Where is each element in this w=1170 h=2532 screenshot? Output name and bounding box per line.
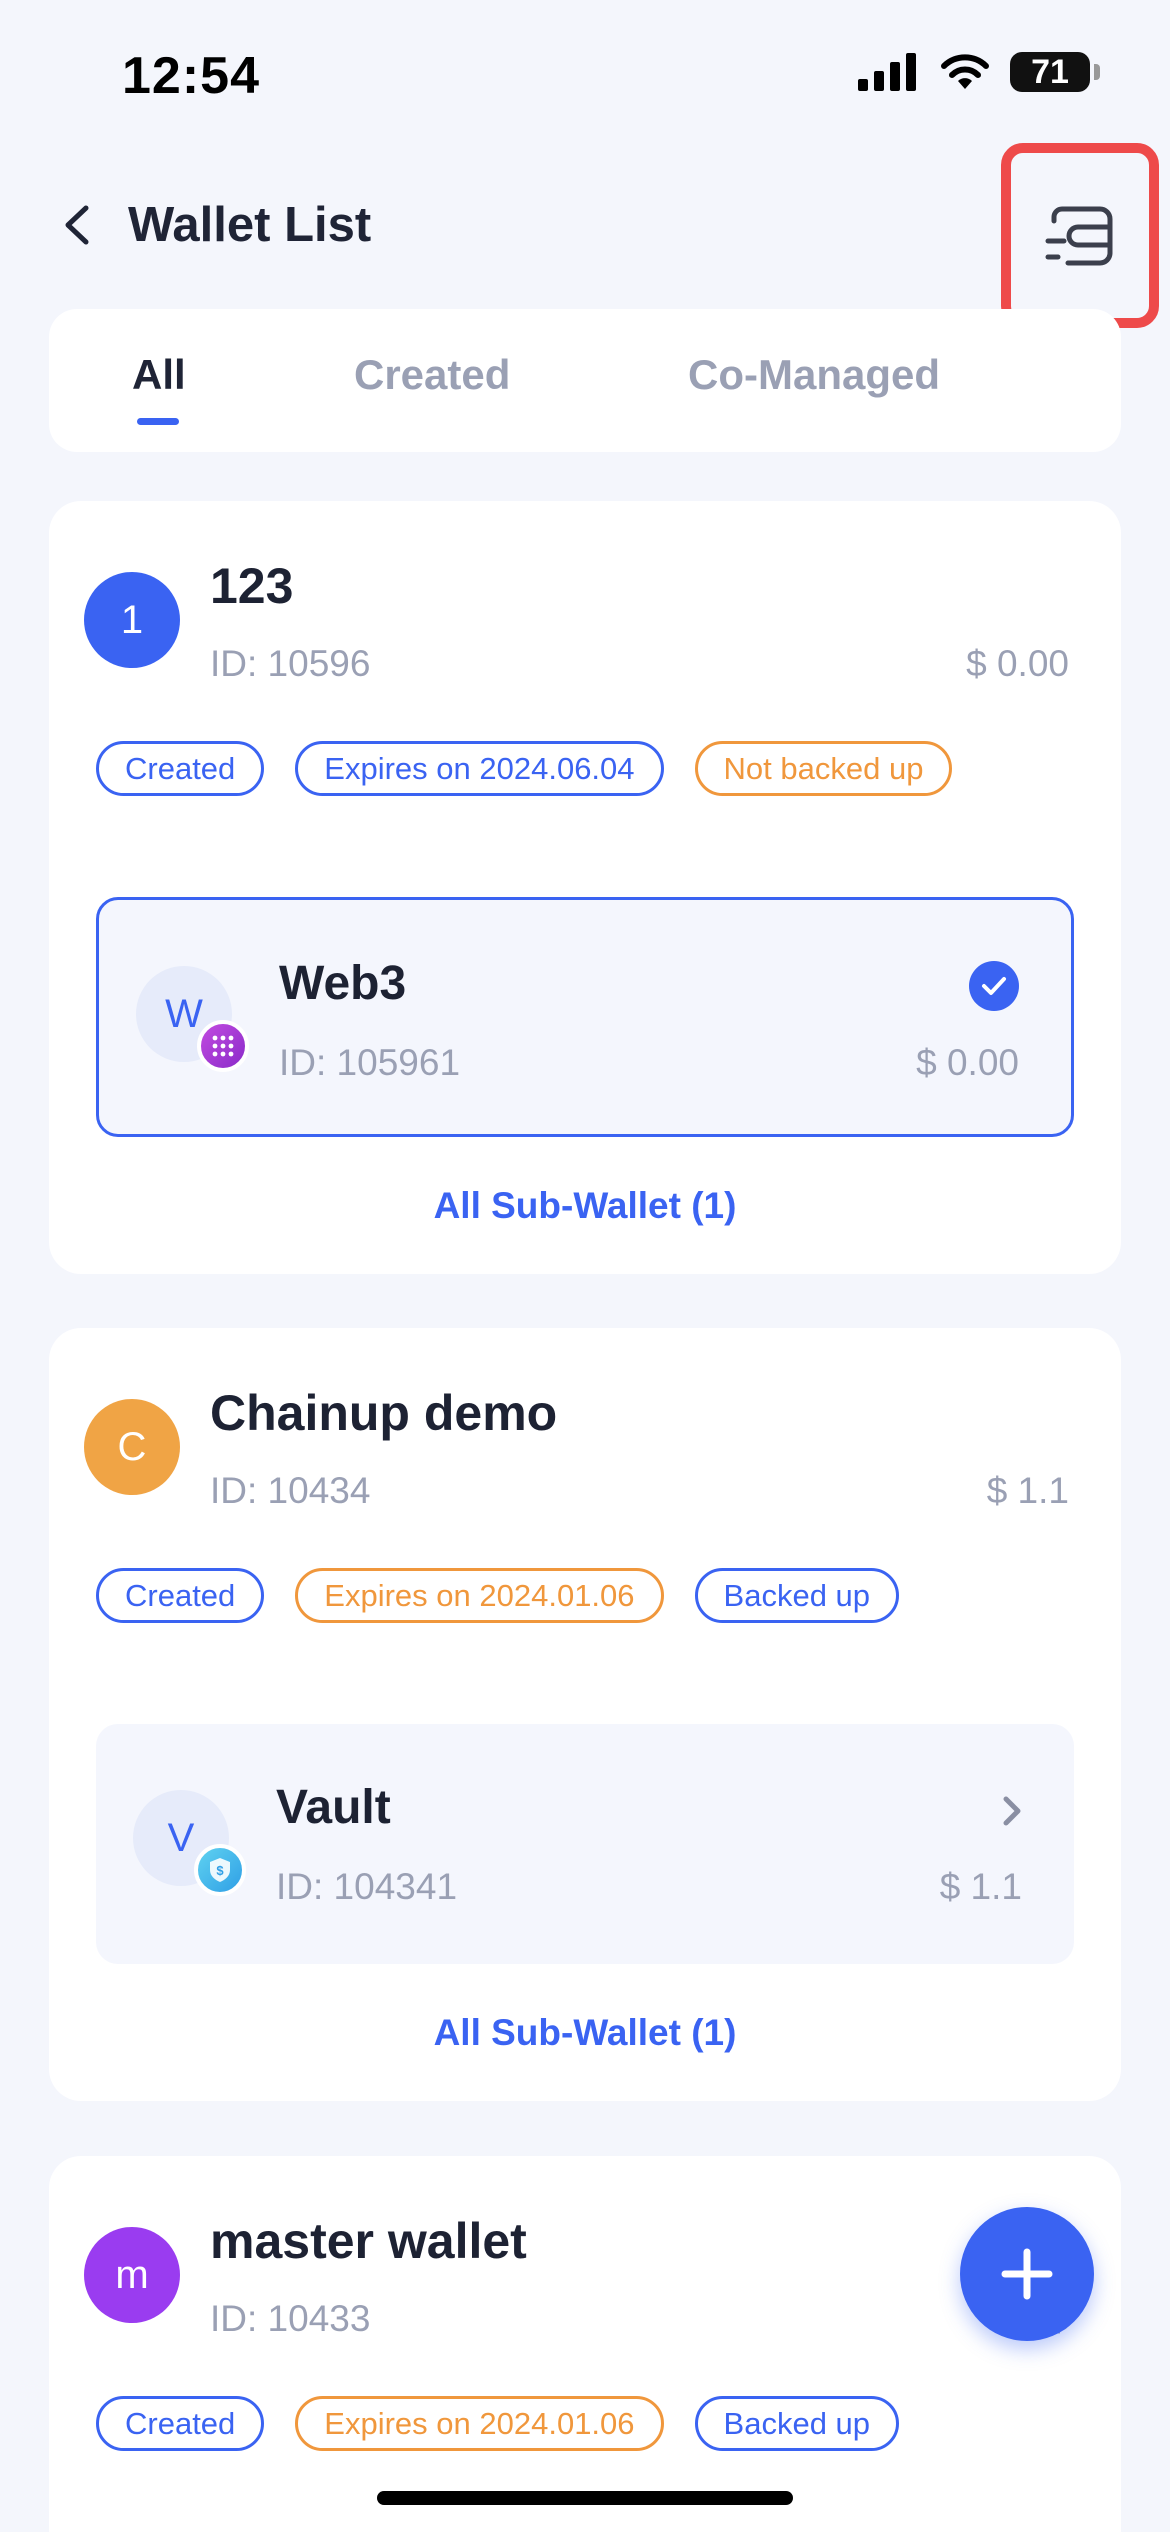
tab-co-managed[interactable]: Co-Managed	[688, 351, 940, 399]
sub-wallet-item[interactable]: V $ Vault ID: 104341 $ 1.1	[96, 1724, 1074, 1964]
status-badge: Created	[96, 1568, 265, 1623]
expiry-badge: Expires on 2024.01.06	[295, 2396, 664, 2451]
page-title: Wallet List	[128, 198, 372, 252]
wifi-icon	[941, 54, 989, 89]
wallet-id: ID: 10434	[210, 1470, 371, 1511]
status-icons: 71	[858, 52, 1100, 92]
status-badge: Created	[96, 741, 265, 796]
wallet-id: ID: 10596	[210, 643, 371, 684]
all-sub-wallet-link[interactable]: All Sub-Wallet (1)	[49, 1185, 1121, 1227]
wallet-card[interactable]: 1 123 ID: 10596 $ 0.00 Created Expires o…	[49, 501, 1121, 1274]
backup-badge: Not backed up	[694, 741, 953, 796]
expiry-badge: Expires on 2024.01.06	[295, 1568, 664, 1623]
status-bar: 12:54 71	[0, 0, 1170, 150]
back-arrow-icon[interactable]	[58, 202, 98, 248]
wallet-balance: $ 0.00	[966, 643, 1069, 684]
tab-created[interactable]: Created	[354, 351, 510, 399]
active-tab-indicator	[137, 418, 179, 425]
wallet-avatar: m	[84, 2227, 180, 2323]
wallet-name: master wallet	[210, 2213, 527, 2269]
vault-badge-icon: $	[194, 1844, 246, 1896]
wallet-switch-button[interactable]	[1001, 143, 1159, 328]
battery-icon: 71	[1010, 52, 1100, 92]
wallet-avatar: 1	[84, 572, 180, 668]
sub-wallet-name: Vault	[276, 1781, 391, 1834]
plus-icon	[1001, 2248, 1053, 2300]
status-badge: Created	[96, 2396, 265, 2451]
chevron-right-icon	[1003, 1796, 1021, 1826]
status-time: 12:54	[122, 47, 260, 105]
sub-wallet-id: ID: 104341	[276, 1866, 458, 1907]
sub-wallet-balance: $ 0.00	[916, 1042, 1019, 1083]
sub-wallet-item[interactable]: W Web3 ID: 105961 $ 0.00	[96, 897, 1074, 1137]
wallet-tags: Created Expires on 2024.01.06 Backed up	[96, 2396, 900, 2451]
tab-all[interactable]: All	[132, 351, 186, 399]
backup-badge: Backed up	[694, 2396, 900, 2451]
sub-wallet-name: Web3	[279, 957, 407, 1010]
expiry-badge: Expires on 2024.06.04	[295, 741, 664, 796]
wallet-card[interactable]: m master wallet ID: 10433 $ Created Expi…	[49, 2156, 1121, 2532]
wallet-id: ID: 10433	[210, 2298, 371, 2339]
header: Wallet List	[0, 150, 1170, 300]
wallet-avatar: C	[84, 1399, 180, 1495]
web3-badge-icon	[197, 1020, 249, 1072]
svg-text:$: $	[216, 1863, 224, 1878]
filter-tabs: All Created Co-Managed	[49, 309, 1121, 452]
cellular-signal-icon	[858, 53, 916, 91]
add-wallet-button[interactable]	[960, 2207, 1094, 2341]
sub-wallet-id: ID: 105961	[279, 1042, 461, 1083]
wallet-name: Chainup demo	[210, 1385, 558, 1441]
wallet-icon	[1045, 206, 1113, 265]
selected-check-icon	[969, 961, 1019, 1011]
home-indicator[interactable]	[377, 2491, 793, 2505]
wallet-balance: $ 1.1	[986, 1470, 1069, 1511]
wallet-name: 123	[210, 558, 294, 614]
battery-level: 71	[1031, 52, 1069, 91]
backup-badge: Backed up	[694, 1568, 900, 1623]
wallet-tags: Created Expires on 2024.01.06 Backed up	[96, 1568, 900, 1623]
wallet-card[interactable]: C Chainup demo ID: 10434 $ 1.1 Created E…	[49, 1328, 1121, 2101]
wallet-tags: Created Expires on 2024.06.04 Not backed…	[96, 741, 953, 796]
all-sub-wallet-link[interactable]: All Sub-Wallet (1)	[49, 2012, 1121, 2054]
sub-wallet-balance: $ 1.1	[939, 1866, 1022, 1907]
